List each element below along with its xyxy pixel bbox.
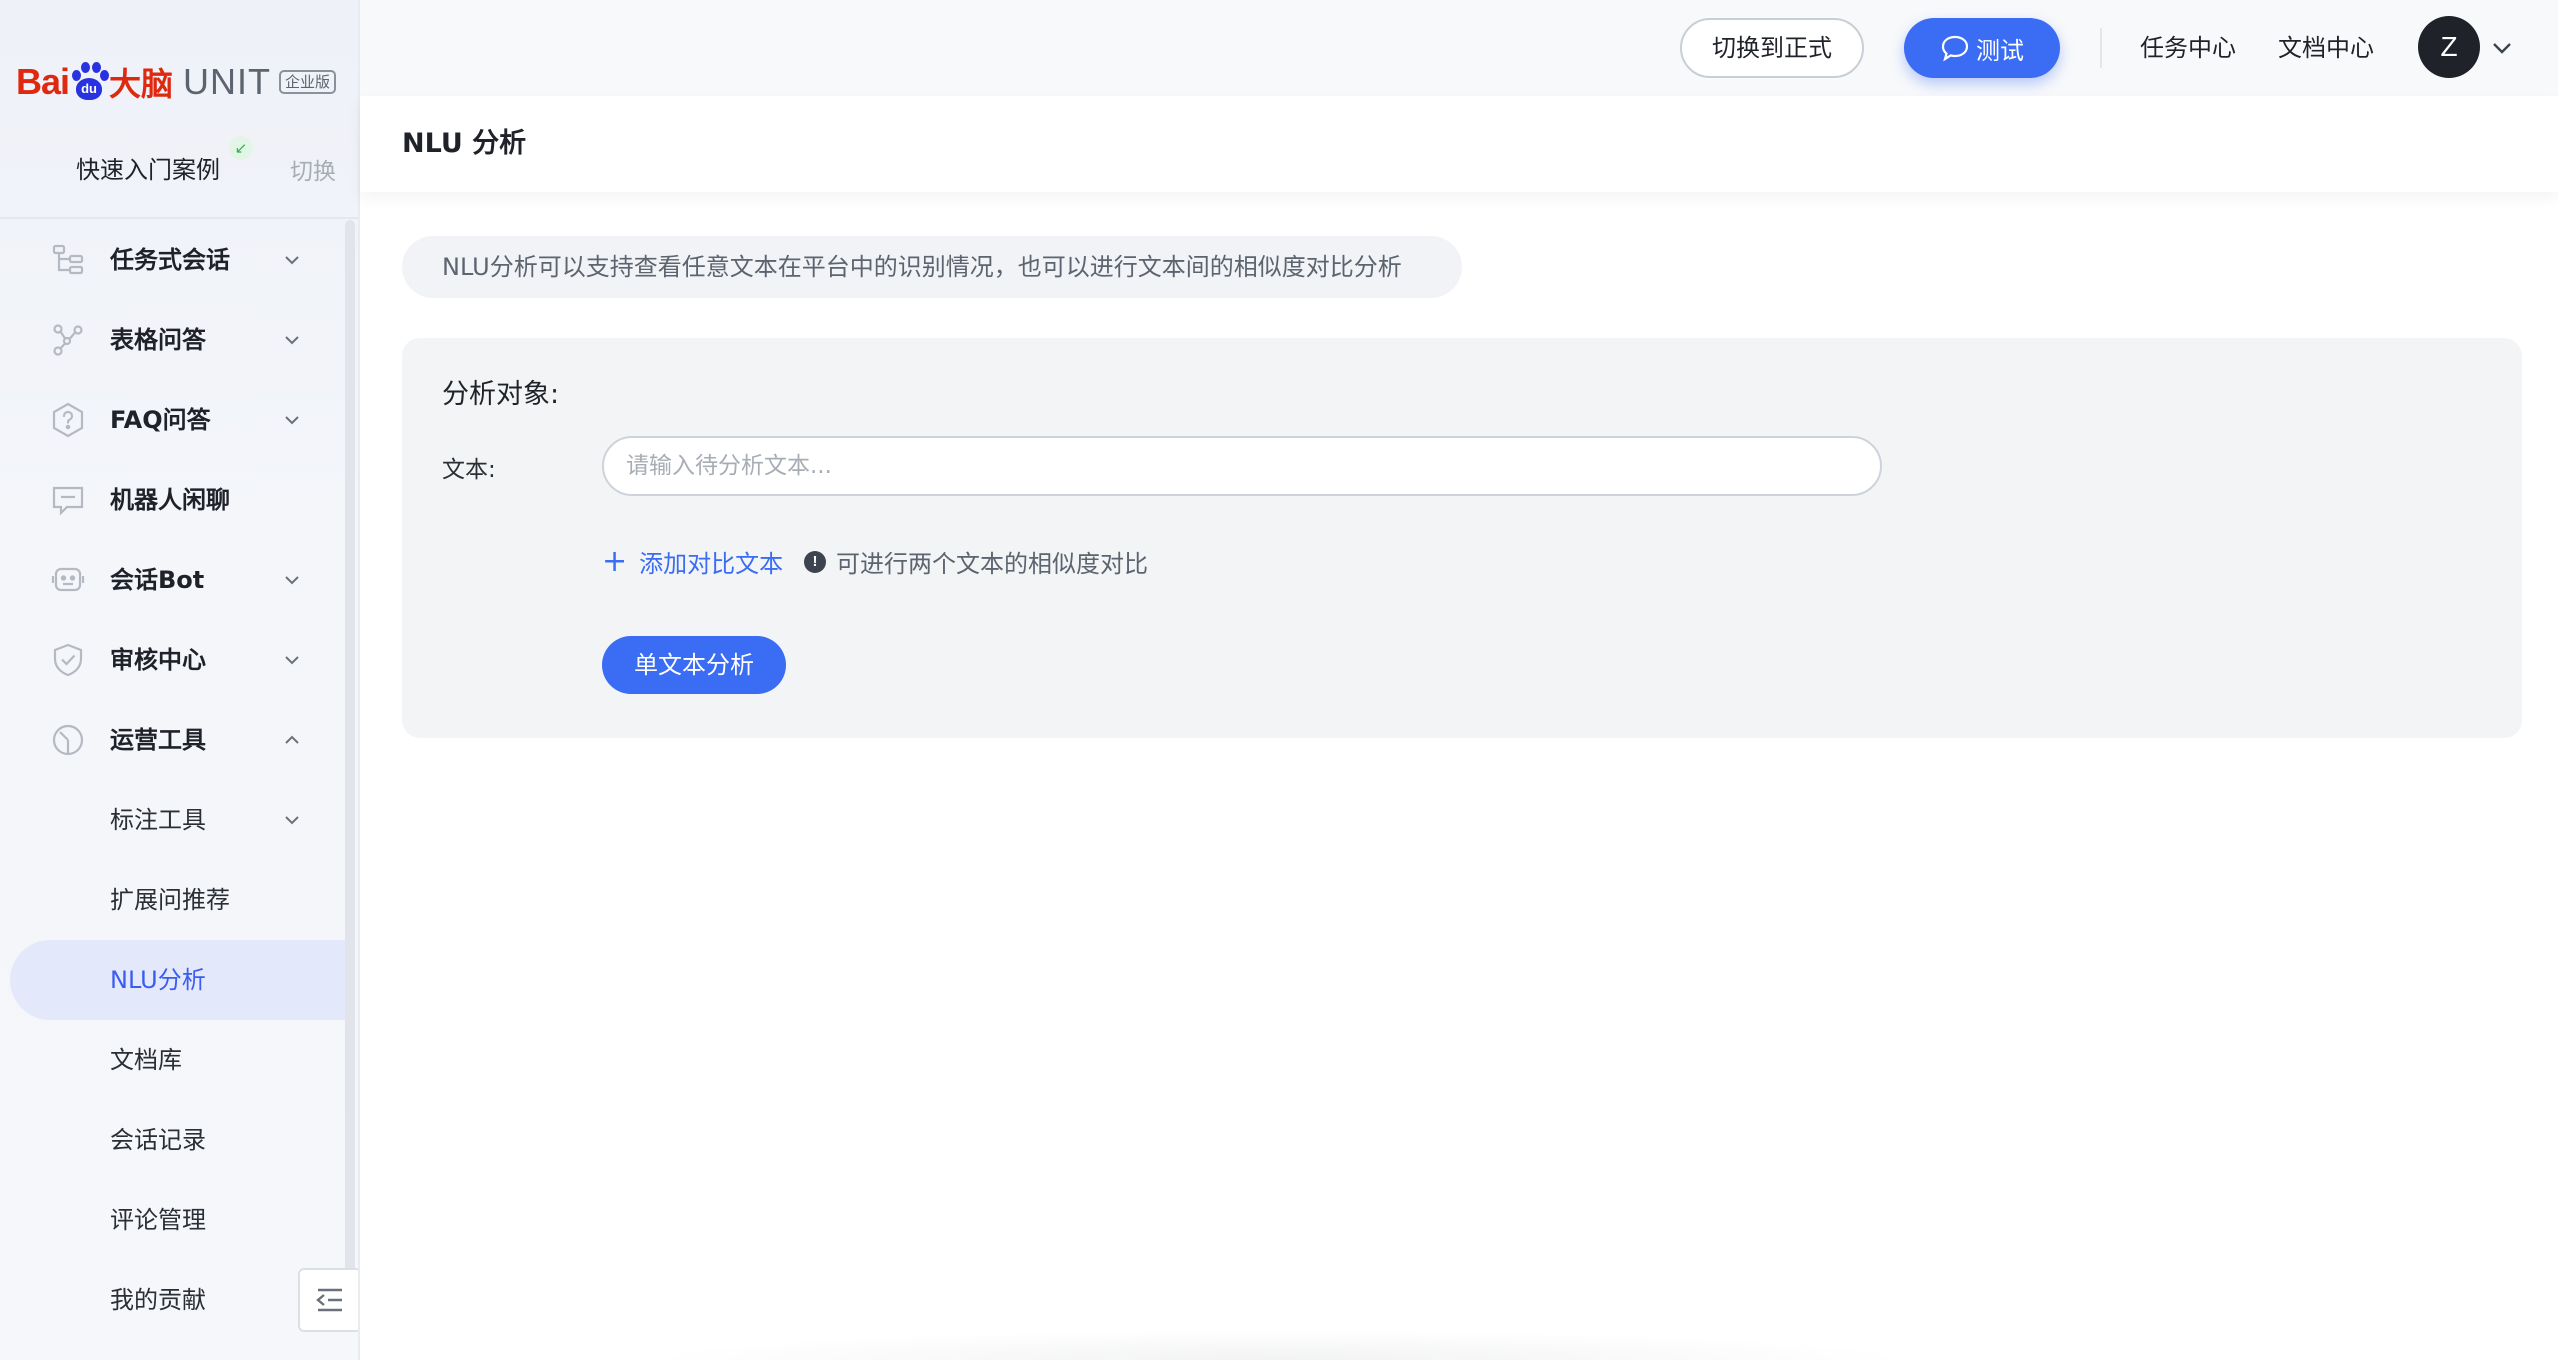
sidebar-item-nlu-analysis[interactable]: NLU分析	[10, 940, 345, 1020]
sidebar: Bai du 大脑 UNIT 企业版 快速入门案例 ↙ 切换 任务式会话 表格问…	[0, 0, 360, 1360]
chevron-down-icon[interactable]	[2488, 34, 2516, 62]
sidebar-item-label: 会话Bot	[110, 566, 205, 594]
info-notice: NLU分析可以支持查看任意文本在平台中的识别情况，也可以进行文本间的相似度对比分…	[402, 236, 1462, 298]
dashboard-icon	[52, 724, 84, 756]
product-name: UNIT	[183, 61, 272, 102]
chevron-down-icon	[285, 656, 299, 665]
avatar[interactable]: Z	[2418, 16, 2480, 78]
baidu-paw-icon: du	[70, 62, 110, 102]
sidebar-item-review-center[interactable]: 审核中心	[0, 620, 345, 700]
single-text-analysis-button[interactable]: 单文本分析	[602, 636, 786, 694]
sidebar-item-label: 扩展问推荐	[110, 886, 230, 914]
shield-check-icon	[53, 643, 83, 677]
question-hexagon-icon	[52, 402, 84, 438]
page-header: NLU 分析	[360, 96, 2558, 192]
sidebar-item-label: 会话记录	[110, 1126, 206, 1154]
sidebar-item-chitchat[interactable]: 机器人闲聊	[0, 460, 345, 540]
sidebar-nav: 任务式会话 表格问答 FAQ问答 机器人闲聊 会话Bot 审核中心 运营工具 标…	[0, 220, 345, 1340]
sidebar-item-doc-library[interactable]: 文档库	[0, 1020, 345, 1100]
sidebar-item-label: 我的贡献	[110, 1286, 206, 1314]
sidebar-item-label: NLU分析	[110, 966, 206, 994]
logo-baidu-text: Bai	[16, 61, 70, 102]
pin-icon: ↙	[229, 136, 253, 160]
sidebar-item-label: 标注工具	[110, 806, 206, 834]
chat-box-icon	[52, 486, 84, 516]
logo-du-text: du	[81, 81, 97, 96]
robot-icon	[51, 567, 85, 592]
plus-icon: +	[602, 543, 628, 579]
chevron-down-icon	[285, 336, 299, 345]
topbar-divider	[2100, 28, 2102, 68]
chevron-down-icon	[285, 416, 299, 425]
sidebar-item-label: 表格问答	[110, 326, 206, 354]
sidebar-item-dialog-log[interactable]: 会话记录	[0, 1100, 345, 1180]
task-center-link[interactable]: 任务中心	[2140, 28, 2236, 68]
sidebar-item-label: 运营工具	[110, 726, 206, 754]
sidebar-item-comment-manage[interactable]: 评论管理	[0, 1180, 345, 1260]
sidebar-item-dialog-bot[interactable]: 会话Bot	[0, 540, 345, 620]
info-icon: !	[804, 550, 826, 573]
chevron-down-icon	[285, 816, 299, 825]
quick-case-title[interactable]: 快速入门案例	[76, 150, 220, 185]
panel-title: 分析对象:	[442, 379, 560, 410]
switch-link[interactable]: 切换	[290, 152, 336, 186]
chevron-up-icon	[285, 735, 299, 744]
logo[interactable]: Bai du 大脑 UNIT 企业版	[16, 52, 337, 112]
graph-nodes-icon	[53, 324, 83, 356]
doc-center-link[interactable]: 文档中心	[2278, 28, 2374, 68]
sidebar-divider	[0, 217, 358, 219]
compare-hint: ! 可进行两个文本的相似度对比	[804, 544, 1148, 579]
sidebar-item-label: 审核中心	[110, 646, 206, 674]
sidebar-item-label: 文档库	[110, 1046, 182, 1074]
analysis-panel: 分析对象: 文本: + 添加对比文本 ! 可进行两个文本的相似度对比 单文本分析	[402, 338, 2522, 738]
sidebar-scrollbar[interactable]	[345, 220, 355, 1282]
collapse-sidebar-button[interactable]	[298, 1268, 358, 1332]
sidebar-item-extended-question[interactable]: 扩展问推荐	[0, 860, 345, 940]
sidebar-item-faq[interactable]: FAQ问答	[0, 380, 345, 460]
logo-danao-text: 大脑	[109, 65, 174, 103]
tree-structure-icon	[52, 244, 84, 275]
page-title: NLU 分析	[402, 128, 527, 159]
sidebar-item-annotation-tool[interactable]: 标注工具	[0, 780, 345, 860]
sidebar-item-label: 评论管理	[110, 1206, 206, 1234]
bottom-shadow	[640, 1330, 1920, 1360]
sidebar-item-table-qa[interactable]: 表格问答	[0, 300, 345, 380]
add-compare-label: 添加对比文本	[639, 550, 784, 578]
test-button-label: 测试	[1976, 36, 2024, 65]
sidebar-item-label: FAQ问答	[110, 406, 211, 434]
sidebar-item-label: 任务式会话	[110, 246, 230, 274]
switch-to-formal-button[interactable]: 切换到正式	[1680, 18, 1864, 78]
chevron-down-icon	[285, 576, 299, 585]
chevron-down-icon	[285, 256, 299, 265]
test-button[interactable]: 测试	[1904, 18, 2060, 78]
sidebar-item-ops-tools[interactable]: 运营工具	[0, 700, 345, 780]
collapse-icon	[316, 1288, 342, 1312]
sidebar-item-label: 机器人闲聊	[110, 486, 230, 514]
sidebar-item-task-dialog[interactable]: 任务式会话	[0, 220, 345, 300]
chat-bubble-icon	[1941, 35, 1969, 62]
compare-hint-text: 可进行两个文本的相似度对比	[836, 550, 1148, 578]
analysis-text-input[interactable]	[602, 436, 1882, 496]
add-compare-text-button[interactable]: + 添加对比文本	[602, 544, 783, 579]
sidebar-item-my-contribution[interactable]: 我的贡献	[0, 1260, 345, 1340]
text-field-label: 文本:	[442, 457, 496, 483]
edition-badge: 企业版	[279, 70, 337, 94]
